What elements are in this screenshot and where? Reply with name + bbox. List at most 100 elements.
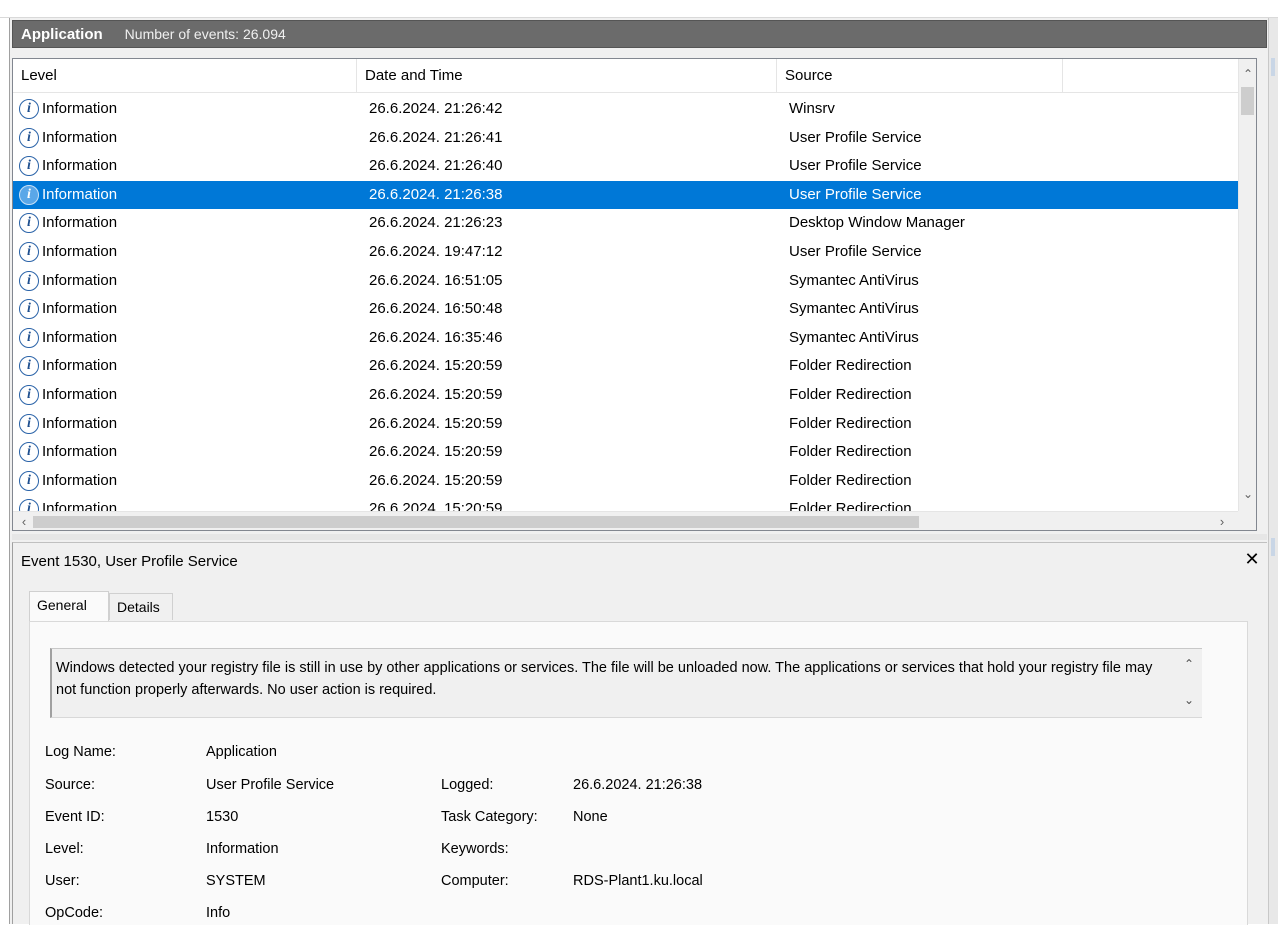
date-time-cell: 26.6.2024. 15:20:59 [369,352,502,380]
source-label: Source: [45,777,95,793]
horizontal-scrollbar[interactable]: ‹ › [13,511,1238,531]
scroll-right-icon[interactable]: › [1213,512,1231,531]
scroll-left-icon[interactable]: ‹ [15,512,33,531]
scroll-up-icon[interactable]: ⌃ [1239,63,1257,85]
source-cell: Symantec AntiVirus [789,267,919,295]
table-row[interactable]: iInformation26.6.2024. 15:20:59Folder Re… [13,381,1238,410]
level-text: Information [42,267,117,295]
level-text: Information [42,352,117,380]
computer-value: RDS-Plant1.ku.local [573,873,703,889]
level-text: Information [42,381,117,409]
date-time-cell: 26.6.2024. 16:35:46 [369,324,502,352]
source-cell: User Profile Service [789,238,922,266]
source-cell: Winsrv [789,95,835,123]
tab-details[interactable]: Details [109,593,173,620]
vertical-scroll-thumb[interactable] [1241,87,1254,115]
source-cell: User Profile Service [789,124,922,152]
column-header-source[interactable]: Source [777,59,1063,93]
opcode-value: Info [206,905,230,921]
date-time-cell: 26.6.2024. 21:26:42 [369,95,502,123]
level-cell: iInformation [19,352,117,380]
description-box[interactable]: Windows detected your registry file is s… [50,648,1202,718]
event-list[interactable]: Level Date and Time Source iInformation2… [12,58,1257,531]
table-row[interactable]: iInformation26.6.2024. 15:20:59Folder Re… [13,495,1238,511]
information-icon: i [19,213,39,233]
date-time-cell: 26.6.2024. 21:26:38 [369,181,502,209]
event-count: Number of events: 26.094 [125,26,286,42]
table-row[interactable]: iInformation 26.6.2024. 21:26:38 User Prof… [13,181,1238,210]
event-rows: iInformation26.6.2024. 21:26:42WinsrviIn… [13,95,1238,511]
level-text: Information [42,438,117,466]
scroll-down-icon[interactable]: ⌄ [1239,483,1257,505]
date-time-cell: 26.6.2024. 21:26:23 [369,209,502,237]
table-row[interactable]: iInformation26.6.2024. 16:35:46Symantec … [13,324,1238,353]
level-cell: iInformation [19,181,117,209]
table-row[interactable]: iInformation26.6.2024. 21:26:42Winsrv [13,95,1238,124]
description-scroll-down-icon[interactable]: ⌄ [1180,693,1198,707]
date-time-cell: 26.6.2024. 16:51:05 [369,267,502,295]
date-time-cell: 26.6.2024. 19:47:12 [369,238,502,266]
level-cell: iInformation [19,295,117,323]
user-label: User: [45,873,80,889]
table-row[interactable]: iInformation26.6.2024. 15:20:59Folder Re… [13,438,1238,467]
source-cell: Desktop Window Manager [789,209,965,237]
right-pane-marker [1271,538,1275,556]
pane-splitter[interactable] [12,534,1267,540]
close-icon[interactable]: ✕ [1243,549,1261,570]
source-value: User Profile Service [206,777,334,793]
information-icon: i [19,185,39,205]
task-category-value: None [573,809,608,825]
table-row[interactable]: iInformation26.6.2024. 16:50:48Symantec … [13,295,1238,324]
table-row[interactable]: iInformation 26.6.2024. 16:51:05 Symantec … [13,267,1238,296]
information-icon: i [19,414,39,434]
description-text: Windows detected your registry file is s… [56,657,1166,701]
right-pane-marker [1271,58,1275,76]
level-text: Information [42,238,117,266]
tab-general[interactable]: General [29,591,109,621]
information-icon: i [19,385,39,405]
description-scroll-up-icon[interactable]: ⌃ [1180,657,1198,671]
level-text: Information [42,410,117,438]
level-label: Level: [45,841,84,857]
vertical-scrollbar[interactable]: ⌃ ⌄ [1238,59,1256,511]
top-strip [0,0,1278,18]
table-row[interactable]: iInformation26.6.2024. 15:20:59Folder Re… [13,410,1238,439]
general-tab-body: Windows detected your registry file is s… [29,621,1248,925]
level-cell: iInformation [19,238,117,266]
date-time-cell: 26.6.2024. 15:20:59 [369,438,502,466]
log-name: Application [21,26,103,43]
level-text: Information [42,181,117,209]
table-row[interactable]: iInformation26.6.2024. 21:26:40User Prof… [13,152,1238,181]
date-time-cell: 26.6.2024. 15:20:59 [369,467,502,495]
detail-title: Event 1530, User Profile Service [21,553,238,570]
table-row[interactable]: iInformation26.6.2024. 21:26:23Desktop W… [13,209,1238,238]
information-icon: i [19,271,39,291]
right-pane-edge [1268,18,1278,924]
log-name-label: Log Name: [45,744,116,760]
table-row[interactable]: iInformation 26.6.2024. 19:47:12 User Prof… [13,238,1238,267]
table-row[interactable]: iInformation 26.6.2024. 15:20:59 Folder Re… [13,352,1238,381]
source-cell: Folder Redirection [789,438,912,466]
table-row[interactable]: iInformation26.6.2024. 15:20:59Folder Re… [13,467,1238,496]
level-cell: iInformation [19,495,117,511]
level-cell: iInformation [19,324,117,352]
user-value: SYSTEM [206,873,266,889]
level-cell: iInformation [19,467,117,495]
column-header-level[interactable]: Level [13,59,357,93]
information-icon: i [19,242,39,262]
information-icon: i [19,328,39,348]
information-icon: i [19,128,39,148]
column-header-date-time[interactable]: Date and Time [357,59,777,93]
source-cell: User Profile Service [789,181,922,209]
source-cell: Folder Redirection [789,381,912,409]
level-text: Information [42,95,117,123]
source-cell: User Profile Service [789,152,922,180]
horizontal-scroll-thumb[interactable] [33,516,919,528]
information-icon: i [19,471,39,491]
log-name-value: Application [206,744,277,760]
table-row[interactable]: iInformation26.6.2024. 21:26:41User Prof… [13,124,1238,153]
column-header-empty[interactable] [1063,59,1238,93]
date-time-cell: 26.6.2024. 15:20:59 [369,410,502,438]
column-header-row: Level Date and Time Source [13,59,1238,93]
source-cell: Folder Redirection [789,352,912,380]
